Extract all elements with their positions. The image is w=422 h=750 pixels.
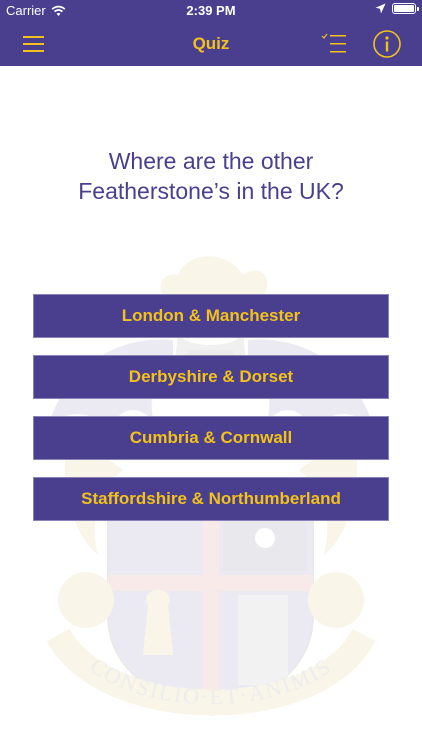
status-time: 2:39 PM — [186, 3, 236, 18]
battery-icon — [392, 3, 419, 14]
battery-tip — [417, 7, 419, 11]
battery-fill — [394, 5, 414, 12]
answer-button-1[interactable]: London & Manchester — [33, 294, 389, 338]
info-icon — [373, 30, 401, 58]
answer-button-2[interactable]: Derbyshire & Dorset — [33, 355, 389, 399]
nav-title: Quiz — [192, 34, 230, 53]
question-text: Where are the other Featherstone’s in th… — [78, 148, 344, 204]
answer-button-3[interactable]: Cumbria & Cornwall — [33, 416, 389, 460]
checklist-icon — [321, 33, 346, 53]
checklist-button[interactable] — [320, 30, 350, 58]
status-right — [375, 3, 419, 14]
location-arrow-icon — [375, 3, 386, 14]
answer-button-4[interactable]: Staffordshire & Northumberland — [33, 477, 389, 521]
info-button[interactable] — [372, 29, 402, 58]
nav-bar: Quiz — [0, 22, 422, 66]
status-bar: Carrier 2:39 PM — [0, 0, 422, 22]
